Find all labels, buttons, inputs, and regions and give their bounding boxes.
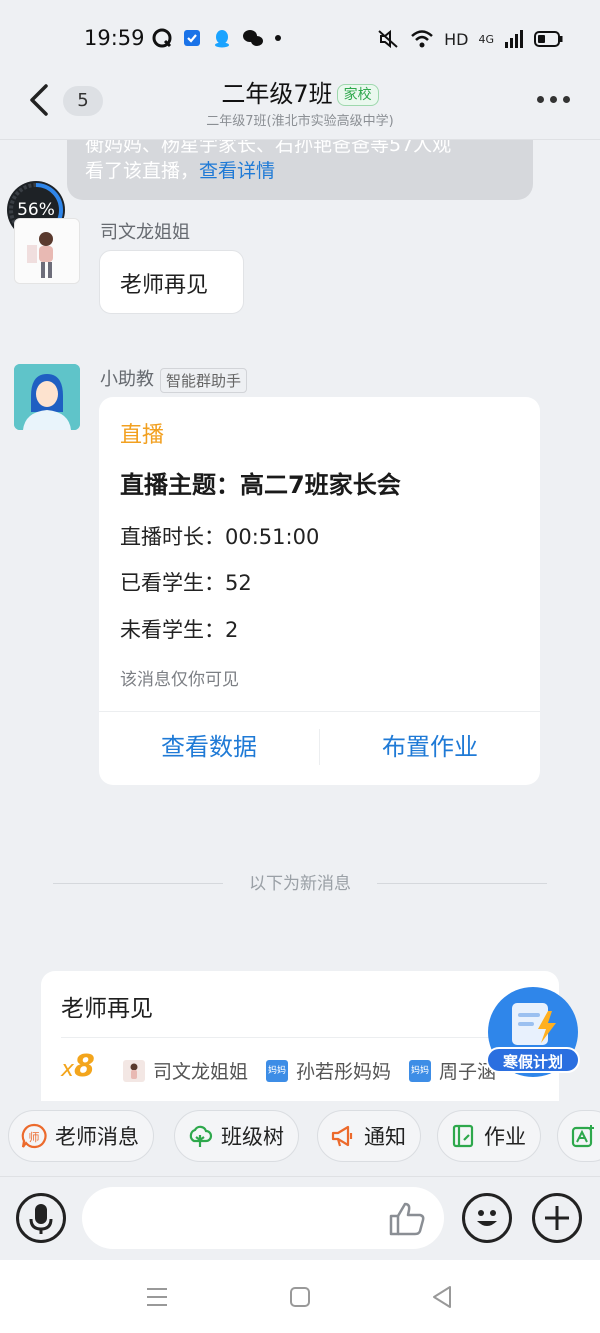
chip-label: 通知 xyxy=(364,1125,406,1149)
chip-label: 班级树 xyxy=(221,1125,284,1149)
live-summary-card[interactable]: 直播 直播主题：高二7班家长会 直播时长：00:51:00 已看学生：52 未看… xyxy=(99,397,540,785)
add-text-icon xyxy=(571,1125,594,1148)
message-text: 老师再见 xyxy=(120,273,209,298)
menu-nav-icon[interactable] xyxy=(145,1286,169,1308)
wechat-icon xyxy=(243,30,263,46)
repeater-name: 司文龙姐姐 xyxy=(153,1061,249,1083)
system-navigation-bar xyxy=(0,1260,600,1333)
repeaters-list: 司文龙姐姐 妈妈 孙若彤妈妈 妈妈 周子涵 xyxy=(123,1057,496,1084)
status-time: 19:59 xyxy=(84,26,145,50)
more-dot xyxy=(537,96,544,103)
status-icons-right: HD 4G xyxy=(376,28,564,50)
sender-name-text: 小助教 xyxy=(100,369,154,390)
sender-name: 小助教 智能群助手 xyxy=(100,365,248,393)
sender-name: 司文龙姐姐 xyxy=(100,222,190,243)
more-dot xyxy=(563,96,570,103)
battery-icon xyxy=(534,31,563,47)
repeater-name: 孙若彤妈妈 xyxy=(296,1061,392,1083)
repeat-count: x8 xyxy=(61,1049,95,1084)
tree-icon xyxy=(189,1125,213,1147)
home-school-tag: 家校 xyxy=(336,84,379,106)
card-divider xyxy=(99,711,540,712)
mini-avatar-image xyxy=(130,1063,138,1079)
repeater[interactable]: 妈妈 周子涵 xyxy=(409,1057,496,1084)
message-bubble[interactable]: 老师再见 xyxy=(99,250,244,314)
wifi-icon xyxy=(411,30,433,48)
view-details-link[interactable]: 查看详情 xyxy=(199,160,275,182)
avatar[interactable] xyxy=(14,218,80,284)
card-type-label: 直播 xyxy=(120,423,165,448)
megaphone-icon xyxy=(331,1125,353,1147)
fab-label: 寒假计划 xyxy=(486,1047,580,1073)
chat-title: 二年级7班 家校 xyxy=(0,74,600,109)
live-viewers-notice: 衡妈妈、杨星宇家长、石孙艳爸爸等57人观 看了该直播，查看详情 xyxy=(67,140,533,200)
signal-label: 4G xyxy=(478,32,494,46)
live-topic: 直播主题：高二7班家长会 xyxy=(120,471,401,499)
repeat-message-text: 老师再见 xyxy=(61,996,153,1022)
live-duration: 直播时长：00:51:00 xyxy=(120,525,320,549)
chat-subtitle: 二年级7班(淮北市实验高级中学) xyxy=(206,114,394,129)
mini-avatar: 妈妈 xyxy=(266,1059,289,1082)
notice-text: 看了该直播， xyxy=(85,160,200,182)
thumbs-up-icon[interactable] xyxy=(388,1201,426,1237)
repeat-count-prefix: x xyxy=(61,1057,75,1082)
chip-label: 作业 xyxy=(484,1125,526,1149)
more-dot xyxy=(550,96,557,103)
card-divider xyxy=(61,1037,539,1038)
microphone-icon xyxy=(29,1204,53,1234)
add-button[interactable] xyxy=(532,1193,582,1243)
status-icons-left xyxy=(152,28,282,48)
repeat-count-number: 8 xyxy=(74,1049,95,1084)
chip-notice[interactable]: 通知 xyxy=(317,1110,421,1162)
smiley-icon xyxy=(477,1210,497,1226)
message-input[interactable] xyxy=(82,1187,444,1249)
mini-avatar: 妈妈 xyxy=(409,1059,432,1082)
chip-homework[interactable]: 作业 xyxy=(437,1110,541,1162)
view-data-button[interactable]: 查看数据 xyxy=(99,727,319,762)
shield-icon xyxy=(184,30,200,46)
notebook-icon xyxy=(452,1124,474,1148)
group-assistant-tag: 智能群助手 xyxy=(160,367,248,393)
home-nav-icon[interactable] xyxy=(288,1285,312,1309)
mini-avatar xyxy=(123,1059,145,1082)
repeater[interactable]: 妈妈 孙若彤妈妈 xyxy=(266,1057,391,1084)
new-messages-separator: 以下为新消息 xyxy=(0,872,600,896)
network-label: HD xyxy=(444,29,469,49)
notice-line: 衡妈妈、杨星宇家长、石孙艳爸爸等57人观 xyxy=(85,140,452,156)
chip-label: 老师消息 xyxy=(55,1125,139,1149)
teacher-icon: 师 xyxy=(21,1123,47,1149)
chip-more[interactable] xyxy=(557,1110,600,1162)
watched-students: 已看学生：52 xyxy=(120,571,252,595)
avatar-image xyxy=(15,219,79,283)
chat-header: 5 二年级7班 家校 二年级7班(淮北市实验高级中学) xyxy=(0,62,600,140)
chip-teacher-messages[interactable]: 师 老师消息 xyxy=(8,1110,154,1162)
avatar-image xyxy=(14,364,80,430)
chip-class-tree[interactable]: 班级树 xyxy=(174,1110,299,1162)
signal-icon xyxy=(505,30,523,48)
notice-line: 看了该直播，查看详情 xyxy=(85,158,515,184)
private-note: 该消息仅你可见 xyxy=(120,670,239,690)
unwatched-students: 未看学生：2 xyxy=(120,618,239,642)
repeat-message-card[interactable]: 老师再见 x8 司文龙姐姐 妈妈 孙若彤妈妈 妈妈 周子涵 xyxy=(41,971,559,1101)
separator-text: 以下为新消息 xyxy=(249,874,351,894)
qq-browser-icon xyxy=(152,28,172,48)
mute-icon xyxy=(378,29,398,49)
input-bar xyxy=(0,1176,600,1260)
assign-homework-button[interactable]: 布置作业 xyxy=(320,727,540,762)
chat-title-text: 二年级7班 xyxy=(221,80,333,108)
winter-plan-button[interactable]: 寒假计划 xyxy=(486,987,580,1077)
more-options-button[interactable] xyxy=(537,96,570,103)
svg-text:师: 师 xyxy=(29,1131,40,1144)
quick-actions-bar: 师 老师消息 班级树 通知 作业 xyxy=(0,1108,600,1168)
dot-icon xyxy=(275,35,281,41)
plus-icon xyxy=(545,1206,569,1230)
voice-button[interactable] xyxy=(16,1193,66,1243)
back-nav-icon[interactable] xyxy=(430,1284,454,1310)
emoji-button[interactable] xyxy=(462,1193,512,1243)
repeater[interactable]: 司文龙姐姐 xyxy=(123,1057,248,1084)
assistant-avatar[interactable] xyxy=(14,364,80,430)
qq-icon xyxy=(215,30,229,48)
